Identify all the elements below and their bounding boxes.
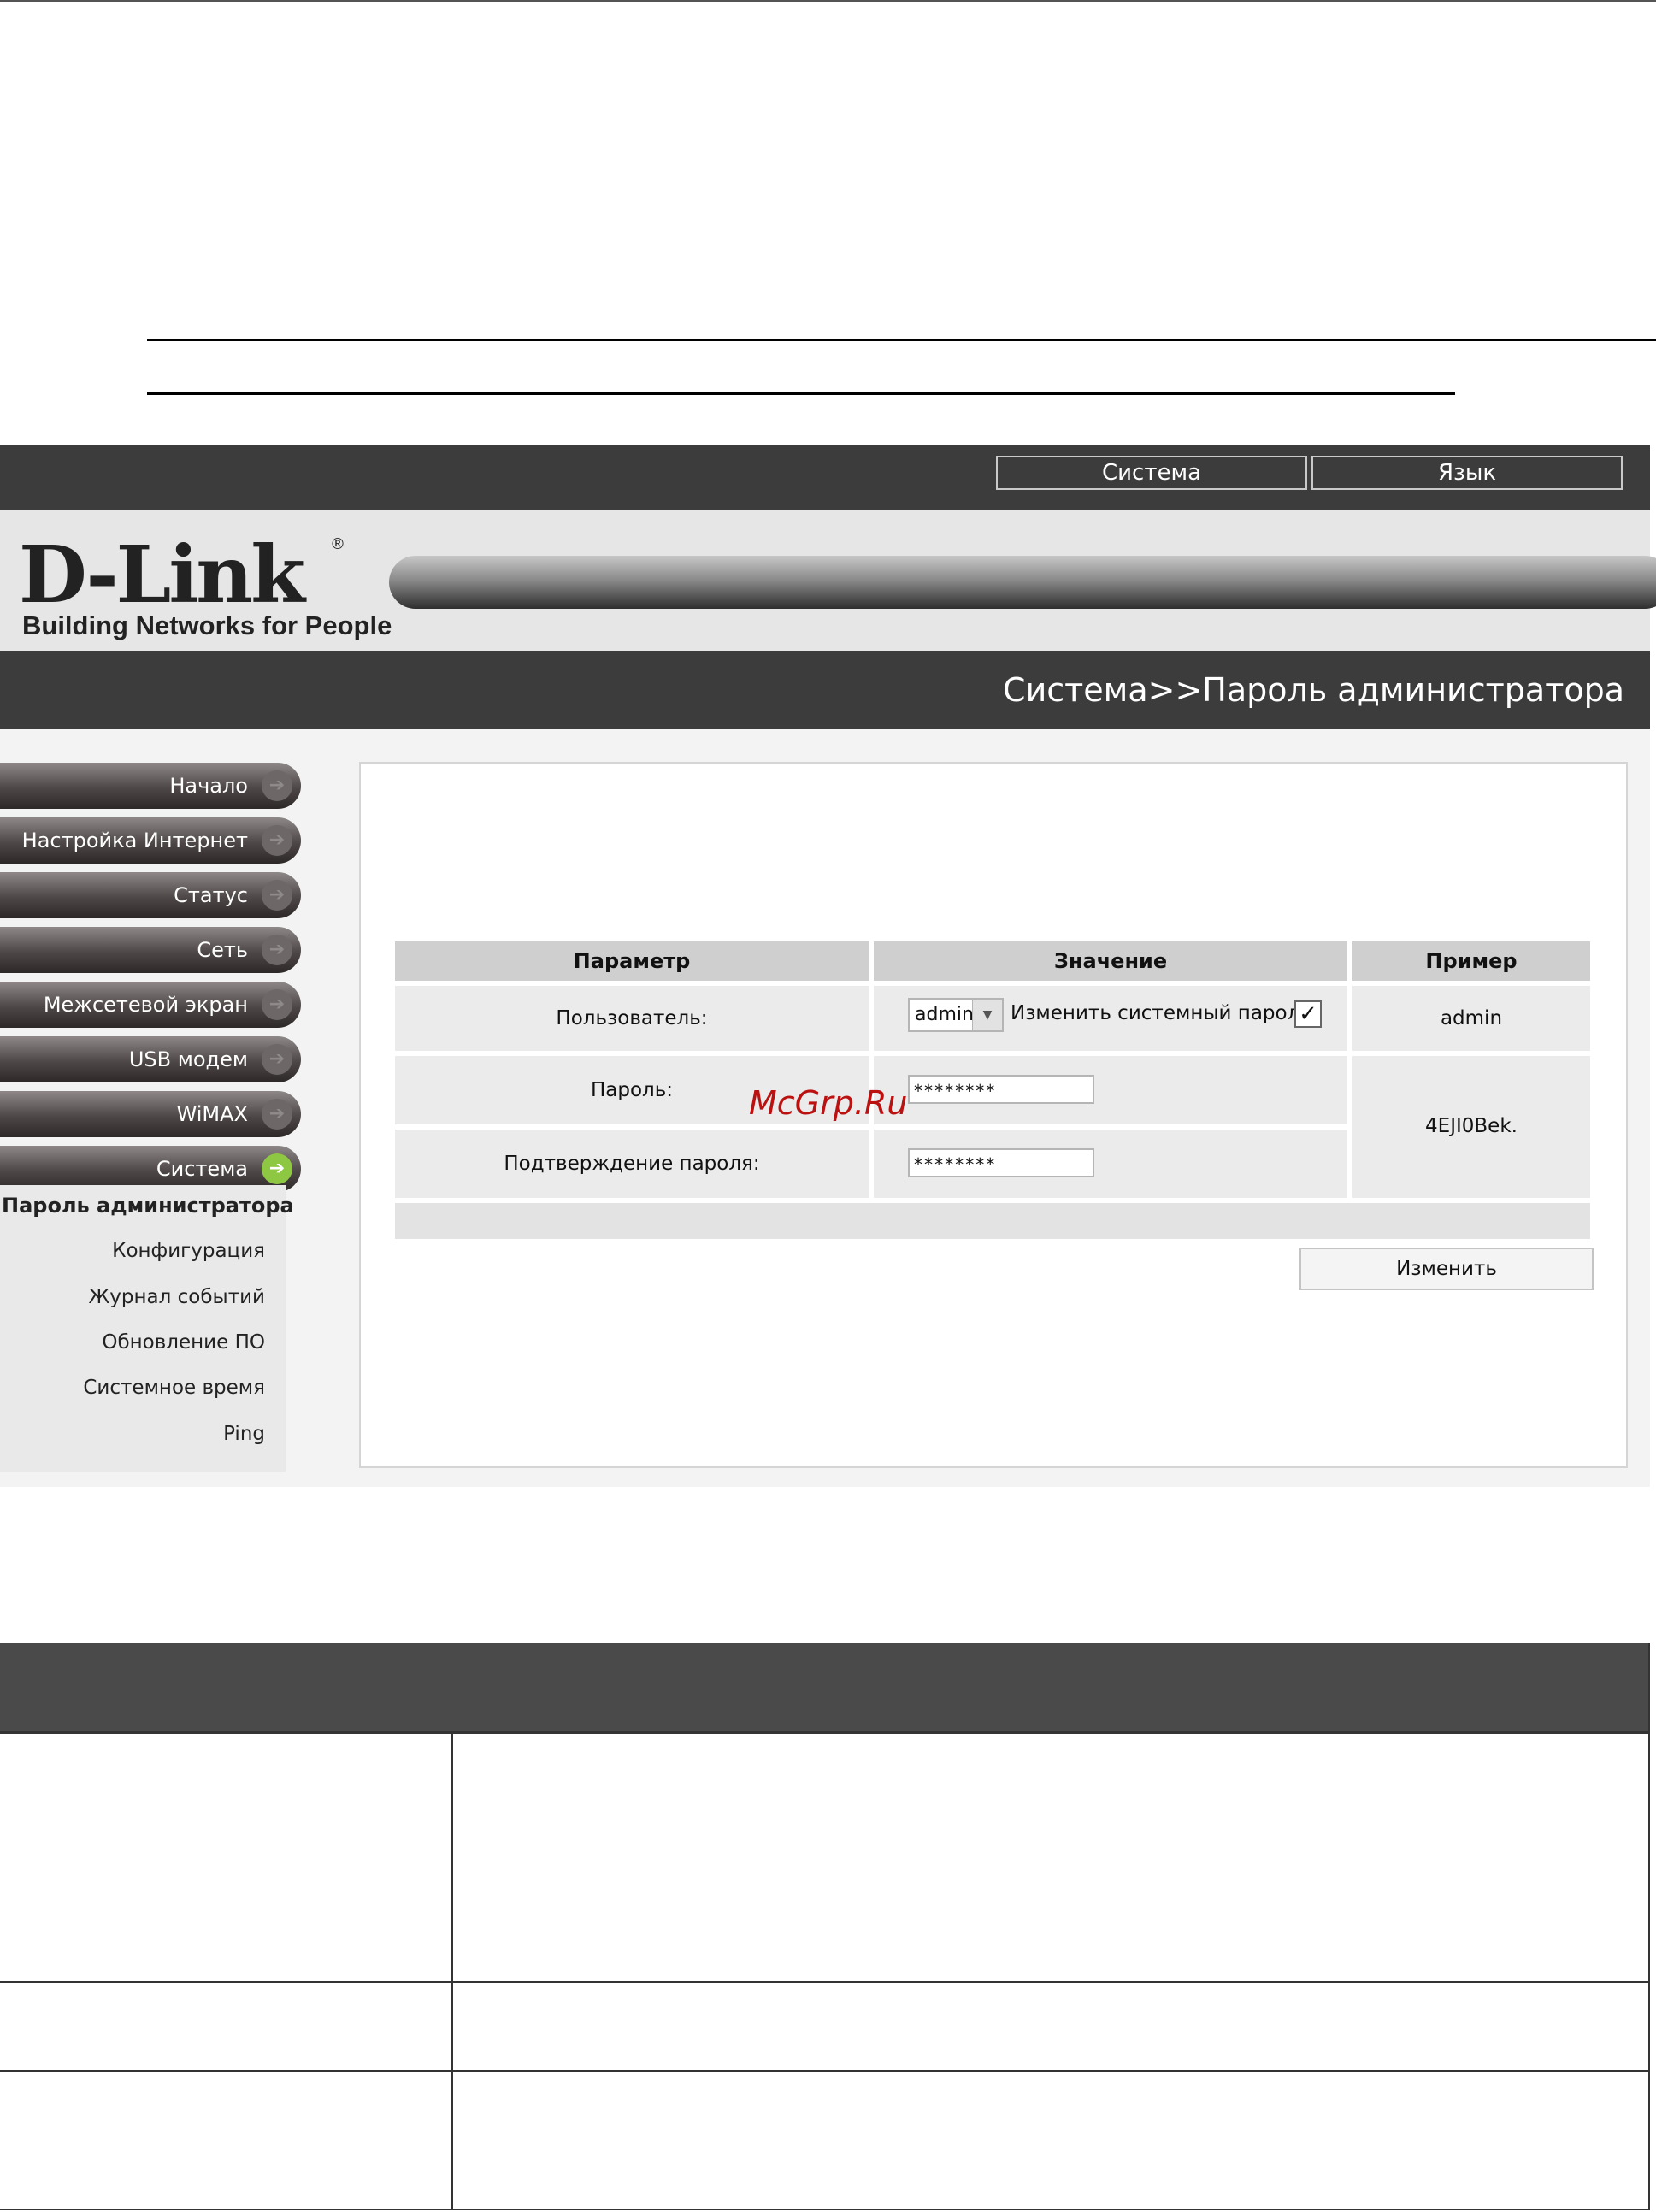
table-line: [0, 2209, 1650, 2210]
chevron-down-icon: ▼: [972, 1000, 1002, 1030]
user-label: Пользователь:: [556, 1007, 708, 1029]
header-value: Значение: [874, 941, 1347, 981]
submenu-item-ping[interactable]: Ping: [0, 1423, 265, 1445]
document-table-header: [0, 1643, 1650, 1731]
header-parameter: Параметр: [395, 941, 869, 981]
sidebar-item-firewall[interactable]: Межсетевой экран ➔: [0, 982, 301, 1028]
table-line: [0, 2070, 1650, 2072]
top-menu-bar: Система Язык: [0, 445, 1650, 510]
sidebar-item-wimax[interactable]: WiMAX ➔: [0, 1091, 301, 1137]
watermark-text: McGrp.Ru: [749, 1084, 908, 1122]
breadcrumb: Система>>Пароль администратора: [1003, 671, 1624, 709]
logo-tagline: Building Networks for People: [22, 611, 392, 640]
submenu-item-admin-password[interactable]: Пароль администратора: [2, 1194, 294, 1218]
table-column-divider: [451, 1731, 453, 2210]
arrow-right-icon: ➔: [262, 1099, 292, 1130]
content-panel: Параметр Значение Пример Пользователь: a…: [359, 762, 1628, 1468]
apply-button[interactable]: Изменить: [1299, 1248, 1594, 1290]
user-example-cell: admin: [1352, 986, 1590, 1051]
sidebar-item-label: Статус: [174, 883, 248, 907]
password-example: 4EJI0Bek.: [1425, 1115, 1518, 1137]
user-label-cell: Пользователь:: [395, 986, 869, 1051]
sidebar-item-label: Межсетевой экран: [43, 993, 248, 1017]
change-password-checkbox[interactable]: ✓: [1294, 1000, 1322, 1028]
user-select[interactable]: admin ▼: [908, 998, 1004, 1032]
dlink-logo: D-Link: [19, 528, 305, 621]
sidebar-item-home[interactable]: Начало ➔: [0, 763, 301, 809]
sidebar-item-network[interactable]: Сеть ➔: [0, 927, 301, 973]
change-password-label: Изменить системный пароль:: [1011, 1002, 1318, 1024]
document-rule: [147, 392, 1455, 395]
arrow-right-icon: ➔: [262, 935, 292, 965]
table-right-border: [1648, 1643, 1650, 2210]
submenu-item-system-time[interactable]: Системное время: [0, 1377, 265, 1399]
sidebar-item-label: Сеть: [197, 938, 248, 962]
user-value-cell: admin ▼ Изменить системный пароль: ✓: [874, 986, 1347, 1051]
sidebar-item-label: Настройка Интернет: [21, 829, 248, 852]
sidebar-item-label: USB модем: [128, 1047, 248, 1071]
sidebar-item-usb-modem[interactable]: USB модем ➔: [0, 1036, 301, 1082]
table-line: [0, 1731, 1650, 1734]
password-input[interactable]: ********: [908, 1075, 1094, 1104]
page-title-bar: Система>>Пароль администратора: [0, 651, 1650, 729]
logo-band: D-Link ® Building Networks for People: [0, 510, 1656, 651]
arrow-right-icon: ➔: [262, 989, 292, 1020]
arrow-right-icon: ➔: [262, 1153, 292, 1184]
arrow-right-icon: ➔: [262, 770, 292, 801]
menu-system-button[interactable]: Система: [996, 456, 1307, 490]
table-line: [0, 1981, 1650, 1983]
confirm-value-cell: ********: [874, 1130, 1347, 1198]
registered-mark: ®: [330, 535, 345, 553]
password-value-cell: ********: [874, 1056, 1347, 1124]
table-footer-bar: [395, 1203, 1590, 1239]
user-example: admin: [1440, 1007, 1503, 1029]
password-example-cell: 4EJI0Bek.: [1352, 1056, 1590, 1198]
sidebar-item-label: WiMAX: [176, 1102, 248, 1126]
confirm-label-cell: Подтверждение пароля:: [395, 1130, 869, 1198]
sidebar-item-internet-setup[interactable]: Настройка Интернет ➔: [0, 817, 301, 864]
submenu-item-firmware-update[interactable]: Обновление ПО: [0, 1331, 265, 1354]
menu-language-button[interactable]: Язык: [1311, 456, 1623, 490]
confirm-password-input[interactable]: ********: [908, 1148, 1094, 1177]
router-ui-screenshot: Система Язык D-Link ® Building Networks …: [0, 445, 1656, 1487]
decorative-bar: [389, 556, 1656, 609]
sidebar-item-label: Начало: [169, 774, 248, 798]
arrow-right-icon: ➔: [262, 1044, 292, 1075]
sidebar-item-status[interactable]: Статус ➔: [0, 872, 301, 918]
confirm-password-label: Подтверждение пароля:: [504, 1153, 760, 1175]
submenu-item-event-log[interactable]: Журнал событий: [0, 1286, 265, 1308]
check-icon: ✓: [1299, 1001, 1317, 1027]
arrow-right-icon: ➔: [262, 880, 292, 911]
document-rule: [147, 339, 1656, 341]
arrow-right-icon: ➔: [262, 825, 292, 856]
user-select-value: admin: [915, 1004, 974, 1025]
submenu-item-configuration[interactable]: Конфигурация: [0, 1240, 265, 1262]
header-example: Пример: [1352, 941, 1590, 981]
document-top-line: [0, 0, 1656, 2]
